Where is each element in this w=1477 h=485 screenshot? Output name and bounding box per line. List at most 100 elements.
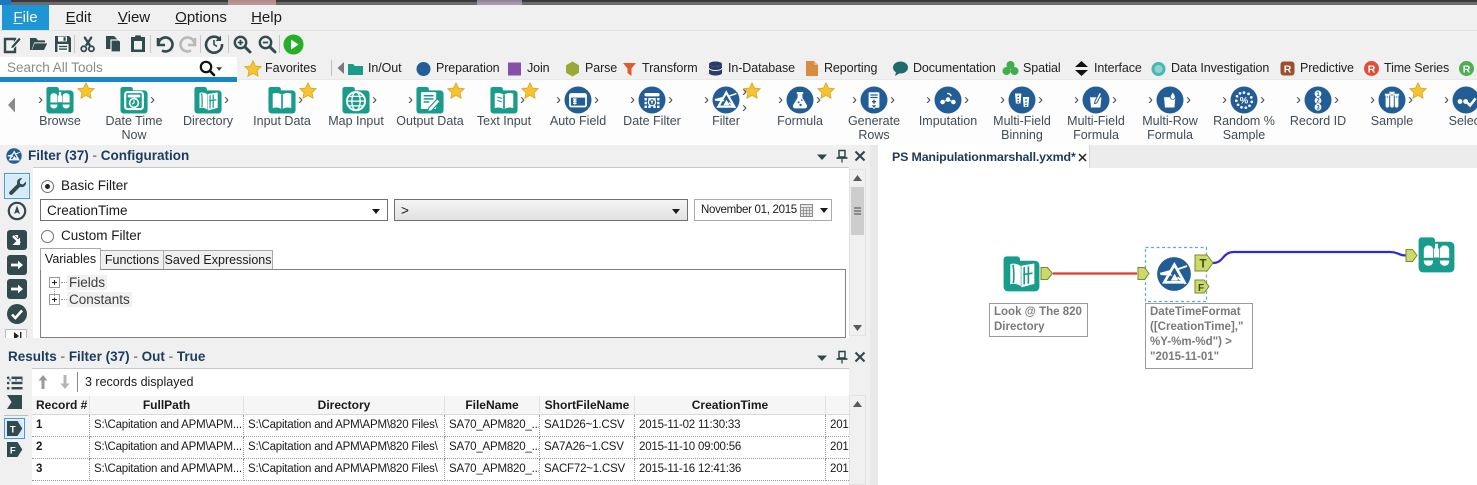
open-icon[interactable] bbox=[28, 34, 48, 54]
menu-help[interactable]: Help bbox=[243, 5, 290, 30]
workflow-browse-tool[interactable] bbox=[1405, 237, 1455, 273]
run-icon[interactable] bbox=[283, 34, 304, 55]
configuration-scrollbar-up-icon[interactable] bbox=[851, 171, 864, 186]
horizontal-splitter[interactable] bbox=[0, 338, 870, 346]
output-anchor-f[interactable]: F bbox=[6, 441, 23, 458]
date-field[interactable]: November 01, 2015 bbox=[694, 199, 832, 221]
tab-spatial[interactable]: Spatial bbox=[1002, 57, 1065, 79]
column-header-fullpath[interactable]: FullPath bbox=[90, 396, 244, 415]
table-cell[interactable]: 1 bbox=[32, 415, 90, 437]
cut-icon[interactable] bbox=[78, 34, 98, 54]
calendar-icon[interactable] bbox=[800, 204, 813, 217]
configuration-scrollbar[interactable] bbox=[849, 169, 866, 336]
table-cell[interactable]: 201 bbox=[826, 459, 849, 481]
basic-filter-radio[interactable] bbox=[41, 180, 54, 193]
menu-edit[interactable]: Edit bbox=[55, 5, 102, 30]
input-anchor-icon[interactable] bbox=[6, 394, 23, 410]
scroll-categories-left-icon[interactable] bbox=[335, 61, 345, 75]
record-down-icon[interactable] bbox=[59, 374, 71, 390]
paste-icon[interactable] bbox=[128, 34, 148, 54]
navigation-tab-icon[interactable] bbox=[6, 200, 28, 222]
table-cell[interactable]: SACF72~1.CSV bbox=[540, 459, 635, 481]
column-header-creationtime[interactable]: CreationTime bbox=[635, 396, 826, 415]
tab-in-out[interactable]: In/Out bbox=[347, 57, 407, 79]
workflow-directory-tool[interactable] bbox=[1003, 256, 1054, 292]
configuration-tab-wrench-icon[interactable] bbox=[4, 173, 30, 199]
table-cell[interactable]: S:\Capitation and APM\APM... bbox=[90, 415, 244, 437]
results-dropdown-icon[interactable] bbox=[815, 352, 829, 366]
tab-documentation[interactable]: Documentation bbox=[892, 57, 996, 79]
table-cell[interactable]: 2015-11-16 12:41:36 bbox=[635, 459, 826, 481]
zoom-out-icon[interactable] bbox=[257, 34, 277, 54]
tab-predictive[interactable]: R Predictive bbox=[1279, 57, 1355, 79]
custom-filter-radio[interactable] bbox=[41, 230, 54, 243]
new-icon[interactable] bbox=[3, 34, 23, 54]
tab-transform[interactable]: Transform bbox=[621, 57, 699, 79]
workflow-filter-tool[interactable]: T F bbox=[1137, 254, 1214, 294]
configuration-pin-icon[interactable] bbox=[835, 149, 849, 163]
table-cell[interactable]: S:\Capitation and APM\APM... bbox=[90, 437, 244, 459]
output-anchor-t[interactable]: T bbox=[4, 418, 25, 439]
tab-parse[interactable]: Parse bbox=[564, 57, 617, 79]
results-scrollbar[interactable] bbox=[849, 395, 866, 485]
table-cell[interactable]: S:\Capitation and APM\APM\820 Files\ bbox=[244, 459, 445, 481]
input-anchor-tab-icon[interactable] bbox=[6, 229, 28, 251]
results-pin-icon[interactable] bbox=[835, 350, 849, 364]
scroll-tools-left-icon[interactable] bbox=[5, 96, 17, 114]
table-cell[interactable]: SA70_APM820_... bbox=[445, 437, 540, 459]
tree-node-fields[interactable]: Fields bbox=[49, 275, 249, 291]
record-up-icon[interactable] bbox=[37, 374, 49, 390]
table-cell[interactable]: 201 bbox=[826, 437, 849, 459]
messages-tab-check-icon[interactable] bbox=[6, 303, 28, 325]
table-cell[interactable]: SA70_APM820_... bbox=[445, 459, 540, 481]
operator-dropdown[interactable]: > bbox=[394, 199, 688, 221]
tree-node-constants[interactable]: Constants bbox=[49, 292, 249, 308]
menu-view[interactable]: View bbox=[109, 5, 159, 30]
tab-close-icon[interactable] bbox=[1077, 151, 1088, 162]
table-cell[interactable]: 2015-11-10 09:00:56 bbox=[635, 437, 826, 459]
table-cell[interactable]: SA7A26~1.CSV bbox=[540, 437, 635, 459]
results-close-icon[interactable] bbox=[853, 350, 867, 364]
refresh-icon[interactable] bbox=[204, 34, 224, 54]
redo-icon[interactable] bbox=[179, 34, 199, 54]
table-cell[interactable]: S:\Capitation and APM\APM\820 Files\ bbox=[244, 415, 445, 437]
connection-filter-browse[interactable] bbox=[1212, 250, 1407, 265]
column-header-extra[interactable] bbox=[826, 396, 849, 415]
table-cell[interactable]: SA1D26~1.CSV bbox=[540, 415, 635, 437]
vertical-splitter[interactable] bbox=[870, 145, 878, 485]
tab-interface[interactable]: Interface bbox=[1073, 57, 1142, 79]
expression-tab-variables[interactable]: Variables bbox=[40, 248, 101, 270]
date-dropdown-arrow-icon[interactable] bbox=[820, 208, 828, 213]
annotation-filter[interactable]: DateTimeFormat ([CreationTime]," %Y-%m-%… bbox=[1145, 303, 1253, 369]
tab-join[interactable]: Join bbox=[506, 57, 556, 79]
search-icon[interactable] bbox=[197, 59, 227, 77]
annotation-directory[interactable]: Look @ The 820 Directory bbox=[989, 303, 1088, 337]
column-header-shortfilename[interactable]: ShortFileName bbox=[540, 396, 635, 415]
column-header-directory[interactable]: Directory bbox=[244, 396, 445, 415]
configuration-close-icon[interactable] bbox=[853, 149, 867, 163]
document-tab[interactable]: PS Manipulationmarshall.yxmd* bbox=[878, 145, 1090, 168]
tab-in-database[interactable]: In-Database bbox=[707, 57, 795, 79]
column-header-filename[interactable]: FileName bbox=[445, 396, 540, 415]
table-cell[interactable]: S:\Capitation and APM\APM\820 Files\ bbox=[244, 437, 445, 459]
menu-options[interactable]: Options bbox=[166, 5, 236, 30]
tab-reporting[interactable]: Reporting bbox=[803, 57, 884, 79]
copy-icon[interactable] bbox=[103, 34, 123, 54]
table-cell[interactable]: 3 bbox=[32, 459, 90, 481]
results-scrollbar-up-icon[interactable] bbox=[851, 397, 864, 412]
expression-tab-functions[interactable]: Functions bbox=[100, 250, 164, 270]
workflow-canvas[interactable]: T F Look @ The 820 Directory DateTimeForm… bbox=[878, 168, 1477, 485]
expression-tab-saved-expressions[interactable]: Saved Expressions bbox=[163, 250, 273, 270]
menu-file[interactable]: File bbox=[2, 5, 49, 30]
save-icon[interactable] bbox=[53, 34, 73, 54]
tab-favorites[interactable]: Favorites bbox=[239, 57, 329, 79]
output-anchor-tab-2-icon[interactable] bbox=[6, 278, 28, 300]
configuration-dropdown-icon[interactable] bbox=[815, 151, 829, 165]
table-cell[interactable]: 2015-11-02 11:30:33 bbox=[635, 415, 826, 437]
results-list-icon[interactable] bbox=[6, 375, 23, 391]
table-cell[interactable]: S:\Capitation and APM\APM... bbox=[90, 459, 244, 481]
undo-icon[interactable] bbox=[154, 34, 174, 54]
output-anchor-tab-1-icon[interactable] bbox=[6, 254, 28, 276]
search-input[interactable]: Search All Tools bbox=[0, 57, 237, 78]
configuration-scrollbar-down-icon[interactable] bbox=[851, 320, 864, 335]
